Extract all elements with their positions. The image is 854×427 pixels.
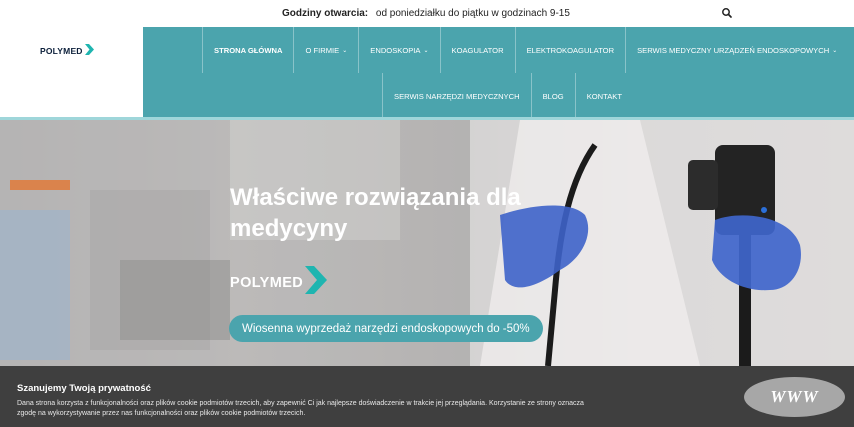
nav-row-1: STRONA GŁÓWNA O FIRMIE ⌄ ENDOSKOPIA ⌄ KOAGULA…: [202, 27, 848, 73]
nav-item-strona-główna[interactable]: STRONA GŁÓWNA: [202, 27, 293, 73]
chevron-down-icon: ⌄: [342, 47, 348, 54]
chevron-down-icon: ⌄: [423, 47, 429, 54]
opening-hours-value: od poniedziałku do piątku w godzinach 9-…: [375, 8, 570, 19]
nav-item-serwis-medyczny-urządzeń-endoskopowych[interactable]: SERWIS MEDYCZNY URZĄDZEŃ ENDOSKOPOWYCH ⌄: [625, 27, 848, 73]
opening-hours: Godziny otwarcia: od poniedziałku do pią…: [282, 8, 570, 19]
nav-item-kontakt[interactable]: KONTAKT: [574, 73, 633, 119]
main-navigation: STRONA GŁÓWNA O FIRMIE ⌄ ENDOSKOPIA ⌄ KOAGULA…: [143, 27, 854, 119]
nav-item-serwis-narzędzi-medycznych[interactable]: SERWIS NARZĘDZI MEDYCZNYCH: [382, 73, 531, 119]
chevron-logo-icon: [84, 42, 94, 60]
chevron-logo-icon: [305, 266, 328, 299]
cookie-banner: Szanujemy Twoją prywatność Dana strona k…: [0, 366, 854, 427]
logo-area: POLYMED: [0, 27, 143, 119]
chevron-down-icon: ⌄: [832, 47, 838, 54]
nav-item-label: O FIRMIE: [305, 45, 340, 55]
promo-sale-button[interactable]: Wiosenna wyprzedaż narzędzi endoskopowyc…: [229, 315, 543, 342]
nav-item-label: ENDOSKOPIA: [370, 45, 421, 55]
cookie-title: Szanujemy Twoją prywatność: [17, 383, 151, 394]
site-header: POLYMED STRONA GŁÓWNA O FIRMIE ⌄ ENDOSKOPIA…: [0, 27, 854, 119]
nav-item-label: ELEKTROKOAGULATOR: [526, 45, 615, 55]
logo-wordmark: POLYMED: [40, 46, 83, 56]
nav-row-2: SERWIS NARZĘDZI MEDYCZNYCH BLOG KONTAKT: [382, 73, 633, 119]
hero-logo-wordmark: POLYMED: [230, 274, 304, 291]
www-badge-button[interactable]: WWW: [744, 377, 845, 417]
hero-logo: POLYMED: [230, 266, 328, 299]
site-logo[interactable]: POLYMED: [40, 42, 94, 60]
nav-item-label: KONTAKT: [586, 91, 623, 101]
hero-banner: Właściwe rozwiązania dla medycyny POLYME…: [0, 120, 854, 366]
top-info-bar: Godziny otwarcia: od poniedziałku do pią…: [0, 0, 854, 27]
nav-item-label: SERWIS NARZĘDZI MEDYCZNYCH: [394, 91, 520, 101]
nav-item-label: SERWIS MEDYCZNY URZĄDZEŃ ENDOSKOPOWYCH: [637, 45, 830, 55]
cookie-text: Dana strona korzysta z funkcjonalności o…: [17, 400, 584, 417]
nav-item-label: BLOG: [542, 91, 564, 101]
nav-item-blog[interactable]: BLOG: [530, 73, 575, 119]
nav-item-o-firmie[interactable]: O FIRMIE ⌄: [293, 27, 358, 73]
nav-item-endoskopia[interactable]: ENDOSKOPIA ⌄: [358, 27, 439, 73]
search-icon[interactable]: [720, 6, 734, 20]
opening-hours-label: Godziny otwarcia:: [282, 8, 369, 19]
nav-item-label: KOAGULATOR: [451, 45, 504, 55]
nav-item-label: STRONA GŁÓWNA: [214, 45, 283, 55]
nav-item-elektrokoagulator[interactable]: ELEKTROKOAGULATOR: [514, 27, 626, 73]
hero-title: Właściwe rozwiązania dla medycyny: [230, 184, 521, 242]
nav-item-koagulator[interactable]: KOAGULATOR: [439, 27, 515, 73]
